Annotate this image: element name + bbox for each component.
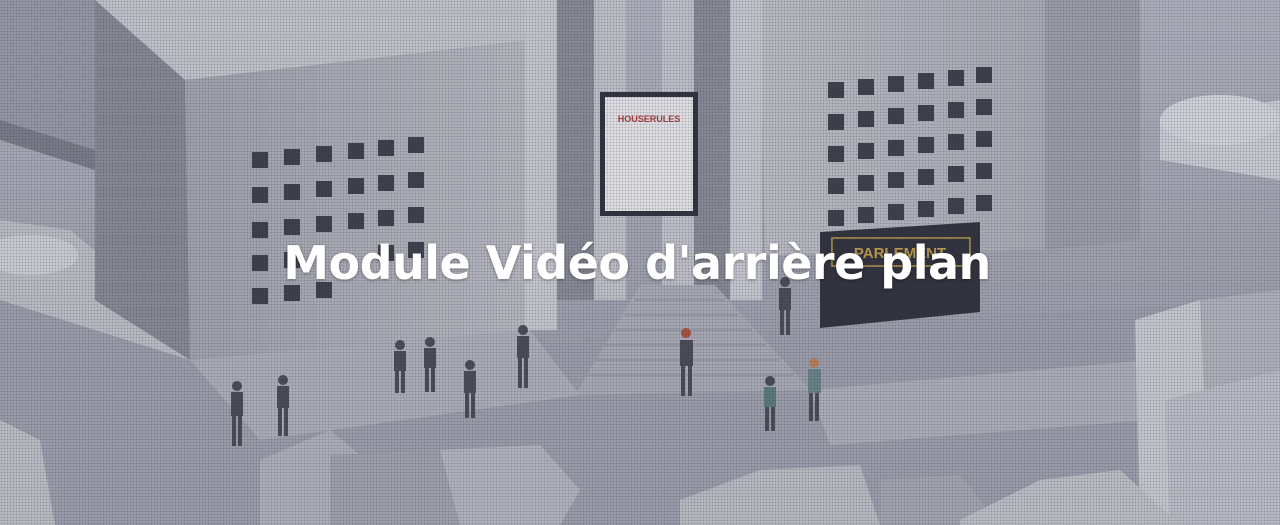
houserules-poster: HOUSERULES [600, 92, 698, 216]
video-background-hero: HOUSERULES PARLEMENT Module Vidéo d'arri… [0, 0, 1280, 525]
hero-title: Module Vidéo d'arrière plan [283, 236, 991, 290]
poster-sign-label: HOUSERULES [618, 114, 681, 124]
